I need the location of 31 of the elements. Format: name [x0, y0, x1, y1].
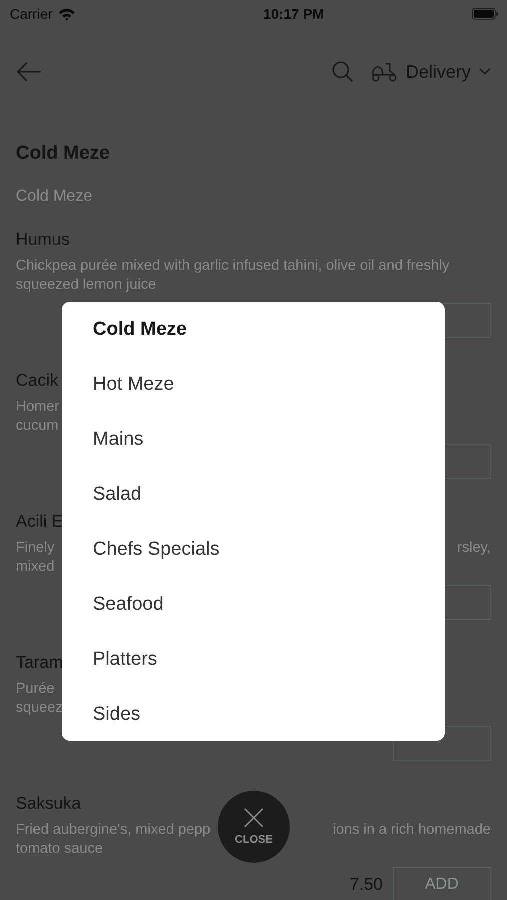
category-menu-item[interactable]: Chefs Specials [93, 522, 220, 577]
dish-description: Finely [16, 539, 55, 558]
category-menu-item[interactable]: Hot Meze [93, 357, 174, 412]
category-menu-item[interactable]: Seafood [93, 577, 164, 632]
status-time: 10:17 PM [264, 6, 324, 22]
search-icon[interactable] [332, 61, 354, 83]
category-menu-item[interactable]: Mains [93, 412, 144, 467]
chevron-down-icon [479, 68, 491, 76]
dish-description: mixed [16, 558, 55, 577]
dish-description: cucum [16, 417, 59, 436]
wifi-icon [58, 8, 76, 20]
dish-description: tomato sauce [16, 840, 104, 859]
dish-description: Purée [16, 680, 55, 699]
dish-description: Chickpea purée mixed with garlic infused tahini, olive oil and freshly [16, 257, 450, 276]
dish-description: rsley, [457, 539, 491, 558]
category-menu-item[interactable]: Platters [93, 632, 158, 687]
category-menu-item[interactable]: Sides [93, 687, 141, 742]
category-menu-item[interactable]: Cold Meze [93, 302, 187, 357]
close-button[interactable]: CLOSE [218, 791, 290, 863]
section-subtitle: Cold Meze [16, 187, 94, 207]
carrier-label: Carrier [10, 6, 53, 22]
dish-description: Fried aubergine's, mixed pepp [16, 821, 211, 840]
back-arrow-icon[interactable] [16, 62, 42, 82]
category-menu-item[interactable]: Salad [93, 467, 142, 522]
battery-icon [472, 8, 499, 20]
close-icon [244, 808, 264, 828]
dish-description: squeez [16, 699, 63, 718]
scooter-icon [370, 61, 398, 83]
dish-description: ions in a rich homemade [333, 821, 491, 840]
dish-description: squeezed lemon juice [16, 276, 156, 295]
dish-description: Homer [16, 398, 60, 417]
